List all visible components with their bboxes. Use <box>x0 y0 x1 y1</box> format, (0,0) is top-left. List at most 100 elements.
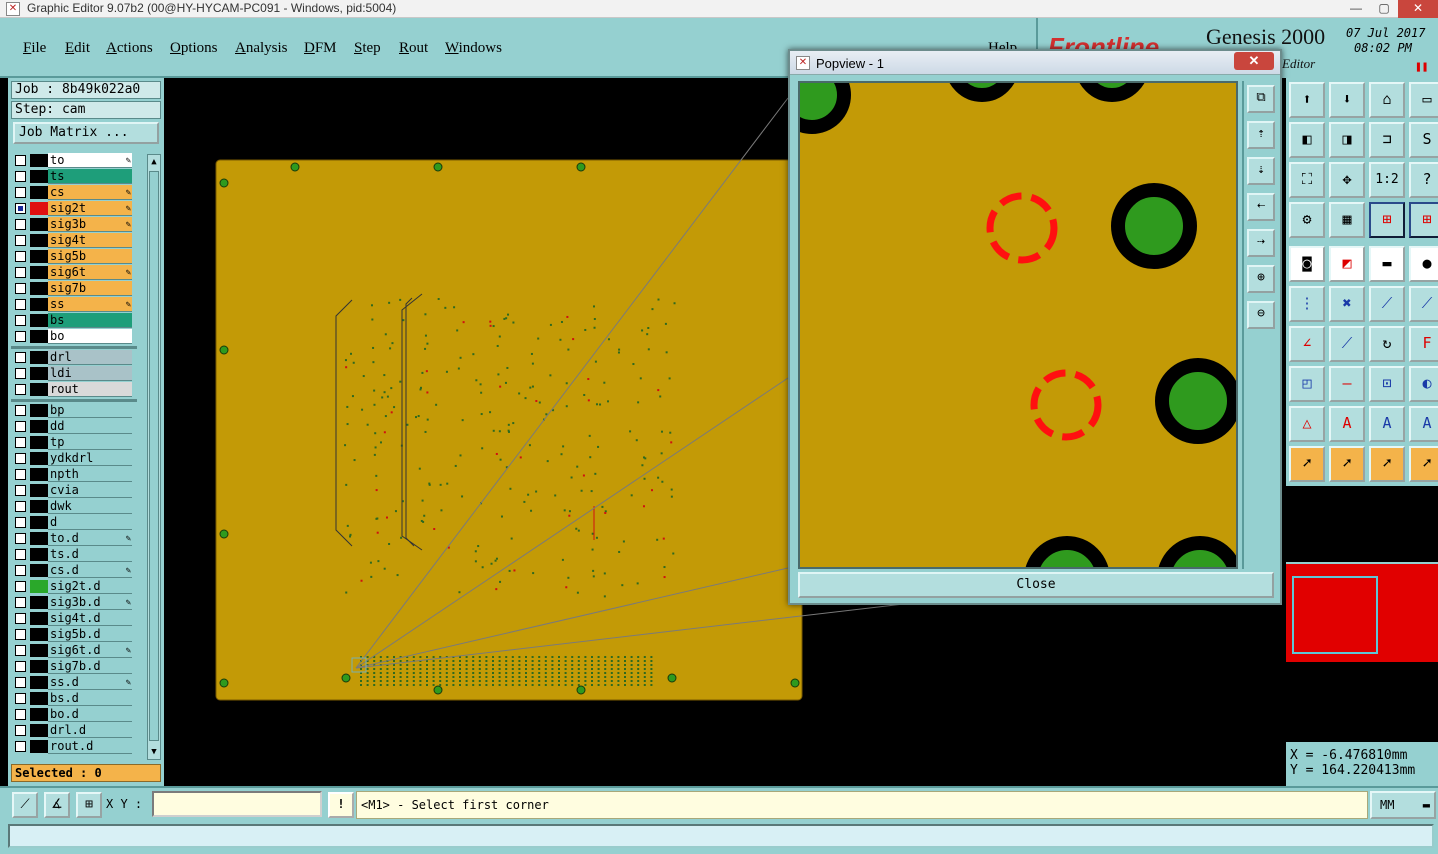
layer-color-swatch[interactable] <box>30 644 48 657</box>
layer-checkbox[interactable] <box>15 629 26 640</box>
layer-color-swatch[interactable] <box>30 351 48 364</box>
layer-row-bo-d[interactable]: bo.d <box>11 707 137 722</box>
layer-row-ldi[interactable]: ldi <box>11 366 137 381</box>
layer-color-swatch[interactable] <box>30 420 48 433</box>
layer-name[interactable]: to.d ✎ <box>48 531 132 546</box>
layer-checkbox[interactable] <box>15 725 26 736</box>
layer-color-swatch[interactable] <box>30 234 48 247</box>
layer-name[interactable]: cs ✎ <box>48 185 132 200</box>
layer-color-swatch[interactable] <box>30 250 48 263</box>
layer-checkbox[interactable] <box>15 549 26 560</box>
layer-checkbox[interactable] <box>15 171 26 182</box>
layer-color-swatch[interactable] <box>30 266 48 279</box>
layer-name[interactable]: dd <box>48 419 132 434</box>
round-pad-icon[interactable]: ● <box>1409 246 1438 282</box>
layer-row-sig4t[interactable]: sig4t <box>11 233 137 248</box>
layer-row-rout-d[interactable]: rout.d <box>11 739 137 754</box>
layer-color-swatch[interactable] <box>30 202 48 215</box>
layer-row-dwk[interactable]: dwk <box>11 499 137 514</box>
layer-checkbox[interactable] <box>15 235 26 246</box>
move-node-icon[interactable]: ⟋ <box>1409 286 1438 322</box>
layer-checkbox[interactable] <box>15 469 26 480</box>
menu-step[interactable]: Step <box>354 40 381 57</box>
snap-mode-icon[interactable]: ⟋ <box>12 792 38 818</box>
layer-color-swatch[interactable] <box>30 724 48 737</box>
layer-checkbox[interactable] <box>15 155 26 166</box>
pan-right-icon[interactable]: ◨ <box>1329 122 1365 158</box>
layer-row-sig5b[interactable]: sig5b <box>11 249 137 264</box>
layer-checkbox[interactable] <box>15 565 26 576</box>
arc-icon[interactable]: ↻ <box>1369 326 1405 362</box>
message-icon[interactable]: ! <box>328 792 354 818</box>
layer-checkbox[interactable] <box>15 645 26 656</box>
scale-one-to-two-icon[interactable]: 1:2 <box>1369 162 1405 198</box>
zoom-center-icon[interactable]: ✥ <box>1329 162 1365 198</box>
select-box-icon[interactable]: ➚ <box>1329 446 1365 482</box>
layer-color-swatch[interactable] <box>30 612 48 625</box>
resize-icon[interactable]: ◰ <box>1289 366 1325 402</box>
popview-window[interactable]: ✕ Popview - 1 ✕ ⧉ ⇡ ⇣ ⇠ ⇢ ⊕ ⊖ Close <box>788 49 1282 605</box>
shapes-icon[interactable]: ◐ <box>1409 366 1438 402</box>
menu-windows[interactable]: Windows <box>445 40 502 57</box>
layer-name[interactable]: sig4t.d <box>48 611 132 626</box>
layer-color-swatch[interactable] <box>30 154 48 167</box>
layer-row-sig3b-d[interactable]: sig3b.d ✎ <box>11 595 137 610</box>
layer-row-cs[interactable]: cs ✎ <box>11 185 137 200</box>
overview-view-frame[interactable] <box>1292 576 1378 654</box>
layer-checkbox[interactable] <box>15 267 26 278</box>
layer-row-sig2t-d[interactable]: sig2t.d <box>11 579 137 594</box>
layer-color-swatch[interactable] <box>30 548 48 561</box>
snap-icon[interactable]: S <box>1409 122 1438 158</box>
layer-checkbox[interactable] <box>15 219 26 230</box>
draw-line-icon[interactable]: ⟋ <box>1329 326 1365 362</box>
layer-row-ss-d[interactable]: ss.d ✎ <box>11 675 137 690</box>
layer-name[interactable]: rout <box>48 382 132 397</box>
scroll-down-arrow-icon[interactable]: ▼ <box>148 745 160 759</box>
layer-row-ss[interactable]: ss ✎ <box>11 297 137 312</box>
layer-checkbox[interactable] <box>15 661 26 672</box>
popview-close-button[interactable]: Close <box>798 572 1274 598</box>
layer-row-sig6t-d[interactable]: sig6t.d ✎ <box>11 643 137 658</box>
close-window-button[interactable]: ✕ <box>1398 0 1438 18</box>
popview-pan-right-icon[interactable]: ⇢ <box>1247 229 1275 257</box>
grid-icon[interactable]: ▦ <box>1329 202 1365 238</box>
layer-row-cs-d[interactable]: cs.d ✎ <box>11 563 137 578</box>
layer-color-swatch[interactable] <box>30 484 48 497</box>
popview-title-bar[interactable]: ✕ Popview - 1 ✕ <box>790 51 1280 75</box>
layer-row-sig2t[interactable]: sig2t ✎ <box>11 201 137 216</box>
menu-edit[interactable]: Edit <box>65 40 90 57</box>
layer-row-sig6t[interactable]: sig6t ✎ <box>11 265 137 280</box>
layer-color-swatch[interactable] <box>30 282 48 295</box>
measure-tool-icon[interactable]: ⚙ <box>1289 202 1325 238</box>
popview-pan-down-icon[interactable]: ⇣ <box>1247 157 1275 185</box>
layer-color-swatch[interactable] <box>30 532 48 545</box>
text-tool-icon[interactable]: F <box>1409 326 1438 362</box>
layer-checkbox[interactable] <box>15 517 26 528</box>
layer-name[interactable]: ts.d <box>48 547 132 562</box>
layer-checkbox[interactable] <box>15 299 26 310</box>
layer-checkbox[interactable] <box>15 384 26 395</box>
split-line-icon[interactable]: — <box>1329 366 1365 402</box>
menu-dfm[interactable]: DFM <box>304 40 337 57</box>
layer-name[interactable]: ss ✎ <box>48 297 132 312</box>
layer-checkbox[interactable] <box>15 352 26 363</box>
menu-actions[interactable]: Actions <box>106 40 153 57</box>
layer-color-swatch[interactable] <box>30 404 48 417</box>
layer-color-swatch[interactable] <box>30 740 48 753</box>
layer-row-bs-d[interactable]: bs.d <box>11 691 137 706</box>
layer-color-swatch[interactable] <box>30 170 48 183</box>
text-a-move-icon[interactable]: A <box>1409 406 1438 442</box>
layer-name[interactable]: sig4t <box>48 233 132 248</box>
layer-checkbox[interactable] <box>15 251 26 262</box>
layer-name[interactable]: d <box>48 515 132 530</box>
angle-tool-icon[interactable]: △ <box>1289 406 1325 442</box>
layer-name[interactable]: ss.d ✎ <box>48 675 132 690</box>
layer-name[interactable]: cs.d ✎ <box>48 563 132 578</box>
help-icon[interactable]: ? <box>1409 162 1438 198</box>
save-icon[interactable]: ⬇ <box>1329 82 1365 118</box>
layer-name[interactable]: cvia <box>48 483 132 498</box>
layer-name[interactable]: sig2t.d <box>48 579 132 594</box>
layer-row-tp[interactable]: tp <box>11 435 137 450</box>
layer-row-sig7b-d[interactable]: sig7b.d <box>11 659 137 674</box>
layer-checkbox[interactable] <box>15 405 26 416</box>
